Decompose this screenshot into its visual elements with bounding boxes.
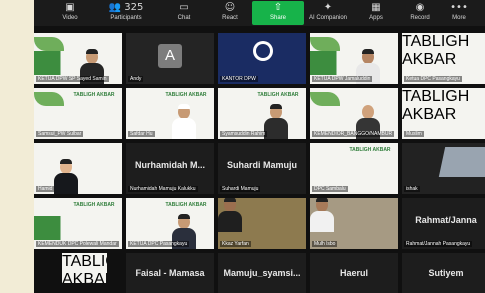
video-icon: ▣ — [65, 2, 75, 13]
participants-button[interactable]: 👥 325 Participants — [100, 1, 152, 25]
logo-shape — [34, 37, 64, 51]
participant-tile[interactable]: TABLIGH AKBAR — [62, 253, 107, 283]
participant-tile[interactable]: KEMENDIOR_BANGGO/NAMBUR — [310, 88, 398, 139]
react-icon: ☺ — [224, 2, 236, 13]
chat-button[interactable]: ▭ Chat — [158, 1, 210, 25]
participant-tile[interactable]: Rahmat/Janna Rahmat/Jannah Pasangkayu — [402, 198, 485, 249]
more-icon: ••• — [450, 2, 468, 13]
share-button[interactable]: ⇧ Share — [252, 1, 304, 25]
ai-companion-icon: ✦ — [323, 2, 333, 13]
react-button[interactable]: ☺ React — [204, 1, 256, 25]
obs-logo-icon — [253, 41, 273, 61]
video-button[interactable]: ▣ Video — [44, 1, 96, 25]
participant-tile[interactable]: KANTOR DPW — [218, 33, 306, 84]
participant-tile[interactable]: A Andy — [126, 33, 214, 84]
participants-icon: 👥 325 — [108, 2, 144, 13]
participant-tile[interactable]: TABLIGH AKBAR Syamsuddin Rahim — [218, 88, 306, 139]
participant-tile[interactable]: Mulh lsbo — [310, 198, 398, 249]
more-button[interactable]: ••• More — [433, 1, 485, 25]
slide-band — [34, 51, 122, 75]
avatar: A — [158, 44, 182, 68]
participant-tile[interactable]: TABLIGH AKBAR DPC Sambalu — [310, 143, 398, 194]
participant-tile[interactable]: TABLIGH AKBAR KEMENDUK DPC Polewali Manda… — [34, 198, 122, 249]
ai-companion-button[interactable]: ✦ AI Companion — [302, 1, 354, 25]
car-window-video — [438, 147, 485, 177]
participant-tile[interactable]: Mamuju_syamsi... — [218, 253, 306, 293]
participant-tile[interactable]: TABLIGH AKBAR Muslim — [402, 88, 485, 139]
participant-tile[interactable]: Suhardi Mamuju Suhardi Mamuju — [218, 143, 306, 194]
zoom-meeting-window: ▣ Video 👥 325 Participants ▭ Chat ☺ React ⇧ S… — [34, 0, 485, 293]
participant-tile[interactable]: TABLIGH AKBAR Samsul_PW Sulbar — [34, 88, 122, 139]
participant-tile[interactable]: Kkaz Yarfan — [218, 198, 306, 249]
participant-tile[interactable]: KETUA DPW Jamaluddin — [310, 33, 398, 84]
participant-tile[interactable]: Hamid — [34, 143, 122, 194]
participant-tile[interactable]: TABLIGH AKBAR Ketua DPC Pasangkayu — [402, 33, 485, 84]
participant-tile[interactable]: Sutiyem — [402, 253, 485, 293]
chat-icon: ▭ — [179, 2, 189, 13]
participant-tile[interactable]: KETUA DPW SP Sayed Samin — [34, 33, 122, 84]
participant-tile[interactable]: TABLIGH AKBAR KETUA DPC Pasangkayu — [126, 198, 214, 249]
meeting-toolbar: ▣ Video 👥 325 Participants ▭ Chat ☺ React ⇧ S… — [34, 0, 485, 26]
video-gallery: KETUA DPW SP Sayed Samin A Andy KANTOR DP… — [34, 33, 485, 293]
participant-tile[interactable]: Nurhamidah M... Nurhamidah Mamuju Kalukku — [126, 143, 214, 194]
participant-tile[interactable]: TABLIGH AKBAR Safdar Hu — [126, 88, 214, 139]
participant-tile[interactable]: Haerul — [310, 253, 398, 293]
participant-tile[interactable]: Faisal - Mamasa — [126, 253, 214, 293]
participant-tile[interactable]: ishak — [402, 143, 485, 194]
share-icon: ⇧ — [273, 2, 283, 13]
